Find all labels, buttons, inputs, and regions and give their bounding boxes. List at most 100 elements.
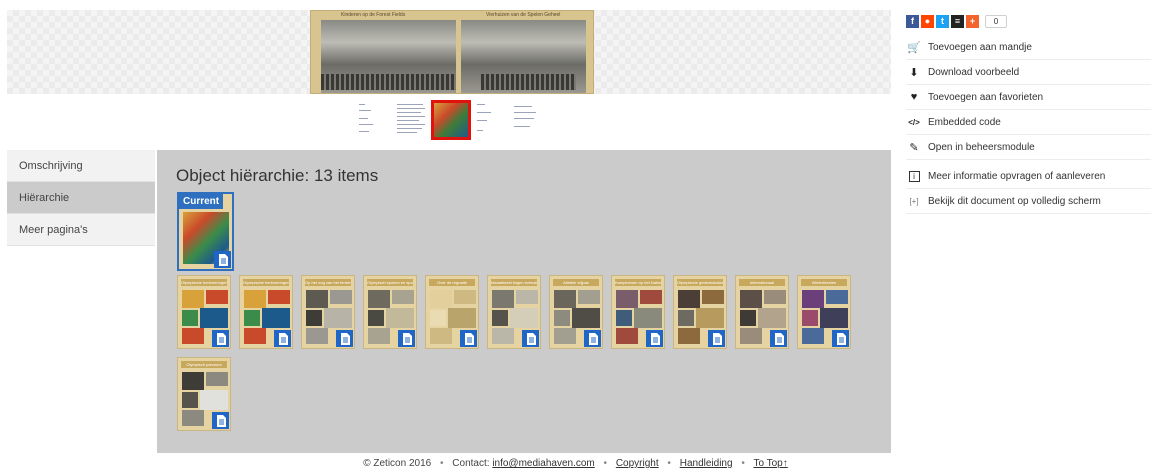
item-photo	[516, 290, 538, 304]
item-photo	[430, 310, 446, 326]
item-photo	[758, 308, 786, 328]
item-title: Ideaalbeeld lingen evenals	[491, 279, 537, 286]
twitter-icon[interactable]: t	[936, 15, 949, 28]
document-icon	[708, 330, 725, 347]
item-photo	[634, 308, 662, 328]
hierarchy-item-card[interactable]: Wielerfeesten	[797, 275, 851, 349]
request-info-link[interactable]: i Meer informatie opvragen of aanleveren	[906, 164, 1151, 189]
reddit-icon[interactable]: ●	[921, 15, 934, 28]
action-label: Toevoegen aan favorieten	[928, 91, 1044, 103]
hierarchy-item-card[interactable]: Internationaal	[735, 275, 789, 349]
item-title: Kampioenen op het Nationaal	[615, 279, 661, 286]
item-photo	[306, 290, 328, 308]
item-photo	[182, 310, 198, 326]
hierarchy-item-card[interactable]: Olympisch spoken en sport	[363, 275, 417, 349]
item-photo	[262, 308, 290, 328]
item-photo	[330, 290, 352, 304]
open-in-admin-link[interactable]: ✎ Open in beheersmodule	[906, 135, 1151, 160]
item-photo	[200, 308, 228, 328]
download-preview-link[interactable]: ⬇ Download voorbeeld	[906, 60, 1151, 85]
embedded-code-link[interactable]: </> Embedded code	[906, 110, 1151, 135]
hierarchy-item-card[interactable]: Over de regnatie	[425, 275, 479, 349]
action-label: Download voorbeeld	[928, 66, 1020, 78]
item-photo	[554, 328, 576, 344]
hierarchy-item-card[interactable]: Atletiek vrijpas	[549, 275, 603, 349]
page-thumbnail-selected[interactable]	[431, 100, 471, 140]
item-photo	[616, 290, 638, 308]
item-photo	[454, 290, 476, 304]
document-icon	[832, 330, 849, 347]
action-label: Embedded code	[928, 116, 1001, 128]
cart-icon: 🛒	[907, 41, 921, 54]
hierarchy-item-card[interactable]: Ideaalbeeld lingen evenals	[487, 275, 541, 349]
tab-omschrijving[interactable]: Omschrijving	[7, 150, 155, 182]
item-photo	[640, 290, 662, 304]
add-to-cart-link[interactable]: 🛒 Toevoegen aan mandje	[906, 35, 1151, 60]
item-photo	[492, 310, 508, 326]
item-title: Atletiek vrijpas	[553, 279, 599, 286]
footer-contact-label: Contact:	[452, 458, 493, 469]
current-item-card[interactable]: Current	[177, 192, 234, 271]
hierarchy-title: Object hiërarchie: 13 items	[176, 166, 379, 185]
document-icon	[214, 251, 231, 268]
document-icon	[646, 330, 663, 347]
item-photo	[492, 328, 514, 344]
footer-manual-link[interactable]: Handleiding	[680, 458, 733, 469]
item-photo	[430, 328, 452, 344]
action-label: Bekijk dit document op volledig scherm	[928, 195, 1101, 207]
item-photo	[678, 310, 694, 326]
item-photo	[244, 310, 260, 326]
preview-photo-right	[461, 20, 586, 93]
action-label: Toevoegen aan mandje	[928, 41, 1032, 53]
item-title: Wielerfeesten	[801, 279, 847, 286]
page-thumbnail[interactable]	[511, 100, 541, 138]
item-photo	[306, 310, 322, 326]
preview-photo-left	[321, 20, 456, 93]
item-photo	[392, 290, 414, 304]
item-photo	[554, 310, 570, 326]
detail-tabs: Omschrijving Hiërarchie Meer pagina's	[7, 150, 155, 246]
item-photo	[802, 328, 824, 344]
hierarchy-item-card[interactable]: Olympische herinneringen	[177, 275, 231, 349]
item-photo	[182, 410, 204, 426]
action-list: 🛒 Toevoegen aan mandje ⬇ Download voorbe…	[906, 35, 1151, 214]
footer-to-top-link[interactable]: To Top↑	[753, 458, 787, 469]
item-photo	[206, 372, 228, 386]
document-icon	[212, 330, 229, 347]
tab-hierarchie[interactable]: Hiërarchie	[7, 182, 155, 214]
facebook-icon[interactable]: f	[906, 15, 919, 28]
page-thumbnail[interactable]	[394, 100, 428, 138]
add-to-favorites-link[interactable]: ♥ Toevoegen aan favorieten	[906, 85, 1151, 110]
page-thumbnail[interactable]	[356, 100, 378, 138]
action-label: Meer informatie opvragen of aanleveren	[928, 170, 1106, 182]
hierarchy-item-card[interactable]: Olympische herinneringen	[239, 275, 293, 349]
item-photo	[182, 290, 204, 308]
document-icon	[584, 330, 601, 347]
tab-meer-paginas[interactable]: Meer pagina's	[7, 214, 155, 246]
item-title: Olympische herinneringen	[181, 279, 227, 286]
document-icon	[274, 330, 291, 347]
item-title: Olympische herinneringen	[243, 279, 289, 286]
item-photo	[492, 290, 514, 308]
hierarchy-item-card[interactable]: Olympisch parcours	[177, 357, 231, 431]
hierarchy-item-card[interactable]: Kampioenen op het Nationaal	[611, 275, 665, 349]
info-icon: i	[906, 170, 922, 182]
hierarchy-item-card[interactable]: Op het oog van het terrein	[301, 275, 355, 349]
item-photo	[448, 308, 476, 328]
footer: © Zeticon 2016 • Contact: info@mediahave…	[363, 458, 788, 469]
hierarchy-item-card[interactable]: Olympische gedenkstukken	[673, 275, 727, 349]
footer-contact-email[interactable]: info@mediahaven.com	[492, 458, 594, 469]
fullscreen-link[interactable]: [+] Bekijk dit document op volledig sche…	[906, 189, 1151, 214]
item-title: Op het oog van het terrein	[305, 279, 351, 286]
document-icon	[398, 330, 415, 347]
footer-copyright-link[interactable]: Copyright	[616, 458, 659, 469]
fullscreen-icon: [+]	[909, 196, 919, 206]
item-photo	[696, 308, 724, 328]
page-thumbnail[interactable]	[474, 100, 496, 138]
item-title: Internationaal	[739, 279, 785, 286]
buffer-icon[interactable]: ≡	[951, 15, 964, 28]
preview-caption-left: Kinderen op de Forest Fields	[341, 12, 406, 18]
item-photo	[268, 290, 290, 304]
document-preview-image[interactable]: Kinderen op de Forest Fields Vierhuizen …	[310, 10, 594, 94]
plus-icon[interactable]: +	[966, 15, 979, 28]
